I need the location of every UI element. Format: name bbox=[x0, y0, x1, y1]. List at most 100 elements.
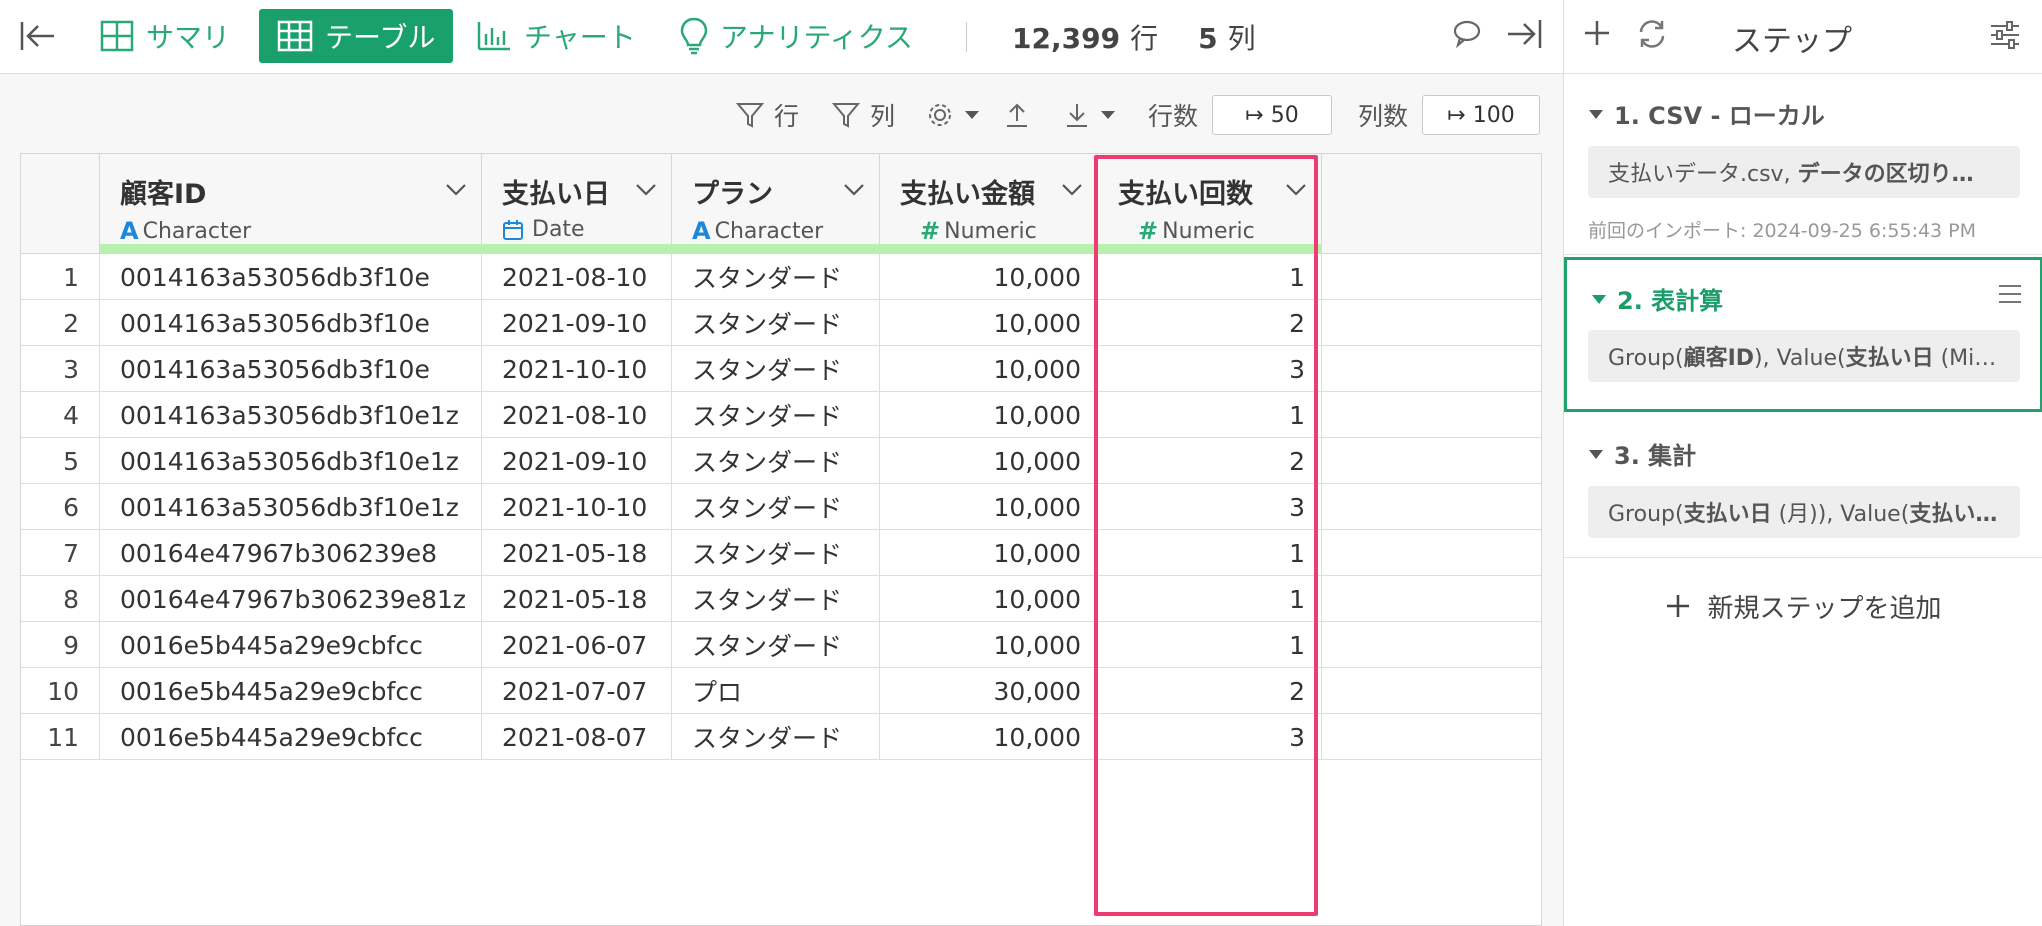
table-cell[interactable]: 1 bbox=[1098, 530, 1322, 576]
add-new-step-button[interactable]: 新規ステップを追加 bbox=[1564, 584, 2042, 628]
row-number[interactable]: 3 bbox=[21, 346, 100, 392]
table-cell[interactable]: 1 bbox=[1098, 576, 1322, 622]
row-number[interactable]: 8 bbox=[21, 576, 100, 622]
table-cell[interactable]: 10,000 bbox=[880, 254, 1098, 300]
table-cell[interactable]: 10,000 bbox=[880, 346, 1098, 392]
table-cell[interactable]: スタンダード bbox=[672, 346, 880, 392]
chevron-down-icon[interactable] bbox=[445, 182, 467, 201]
table-row: 10 0016e5b445a29e9cbfcc 2021-07-07 プロ 30,000… bbox=[21, 668, 1541, 714]
row-number[interactable]: 1 bbox=[21, 254, 100, 300]
table-cell[interactable]: 1 bbox=[1098, 254, 1322, 300]
table-cell[interactable]: 2021-10-10 bbox=[482, 484, 672, 530]
table-cell[interactable]: スタンダード bbox=[672, 392, 880, 438]
table-cell[interactable]: 2021-09-10 bbox=[482, 300, 672, 346]
collapse-panel-button[interactable] bbox=[1504, 16, 1544, 56]
table-cell[interactable]: 10,000 bbox=[880, 622, 1098, 668]
table-cell[interactable]: 30,000 bbox=[880, 668, 1098, 714]
table-cell[interactable]: 00164e47967b306239e81z bbox=[100, 576, 482, 622]
table-cell[interactable]: 3 bbox=[1098, 346, 1322, 392]
column-header[interactable]: 支払い回数 # Numeric bbox=[1098, 154, 1322, 254]
tab-summary[interactable]: サマリ bbox=[100, 9, 230, 63]
row-number[interactable]: 2 bbox=[21, 300, 100, 346]
table-cell[interactable]: スタンダード bbox=[672, 254, 880, 300]
refresh-button[interactable] bbox=[1636, 18, 1668, 54]
table-cell[interactable]: 10,000 bbox=[880, 484, 1098, 530]
row-filter-button[interactable]: 行 bbox=[736, 90, 799, 140]
chevron-down-icon[interactable] bbox=[635, 182, 657, 201]
table-cell[interactable]: 1 bbox=[1098, 392, 1322, 438]
table-cell[interactable]: スタンダード bbox=[672, 622, 880, 668]
tab-table[interactable]: テーブル bbox=[259, 9, 453, 63]
step-csv-import[interactable]: 1. CSV - ローカル 支払いデータ.csv, データの区切り… 前回のイン… bbox=[1564, 74, 2042, 254]
table-cell[interactable]: 10,000 bbox=[880, 714, 1098, 760]
table-cell[interactable]: 0014163a53056db3f10e1z bbox=[100, 438, 482, 484]
table-cell[interactable]: 0016e5b445a29e9cbfcc bbox=[100, 622, 482, 668]
column-header[interactable]: 支払い金額 # Numeric bbox=[880, 154, 1098, 254]
table-cell[interactable]: 0016e5b445a29e9cbfcc bbox=[100, 714, 482, 760]
step-table-calc[interactable]: 2. 表計算 Group(顧客ID), Value(支払い日 (Min… bbox=[1564, 257, 2042, 412]
row-number[interactable]: 10 bbox=[21, 668, 100, 714]
table-cell[interactable]: 2021-05-18 bbox=[482, 576, 672, 622]
table-cell[interactable]: スタンダード bbox=[672, 438, 880, 484]
row-number[interactable]: 7 bbox=[21, 530, 100, 576]
table-cell[interactable]: 1 bbox=[1098, 622, 1322, 668]
table-cell[interactable]: 10,000 bbox=[880, 392, 1098, 438]
table-cell[interactable]: 2021-08-10 bbox=[482, 392, 672, 438]
table-cell[interactable]: 2021-08-10 bbox=[482, 254, 672, 300]
table-cell[interactable]: 10,000 bbox=[880, 300, 1098, 346]
rows-limit-input[interactable]: ↦ 50 bbox=[1212, 95, 1333, 135]
table-cell[interactable]: 2021-05-18 bbox=[482, 530, 672, 576]
table-cell[interactable]: 10,000 bbox=[880, 530, 1098, 576]
download-button[interactable] bbox=[1064, 90, 1126, 140]
table-cell[interactable]: 2021-08-07 bbox=[482, 714, 672, 760]
table-cell[interactable]: 2 bbox=[1098, 300, 1322, 346]
row-number[interactable]: 11 bbox=[21, 714, 100, 760]
row-number[interactable]: 4 bbox=[21, 392, 100, 438]
table-cell[interactable]: スタンダード bbox=[672, 530, 880, 576]
table-cell[interactable]: 10,000 bbox=[880, 576, 1098, 622]
table-cell[interactable]: 2021-09-10 bbox=[482, 438, 672, 484]
table-cell[interactable]: 2021-10-10 bbox=[482, 346, 672, 392]
table-cell[interactable]: 0014163a53056db3f10e1z bbox=[100, 484, 482, 530]
table-cell[interactable]: スタンダード bbox=[672, 300, 880, 346]
column-filter-button[interactable]: 列 bbox=[832, 90, 895, 140]
table-cell[interactable]: 2 bbox=[1098, 668, 1322, 714]
table-cell[interactable]: 2021-07-07 bbox=[482, 668, 672, 714]
add-step-button[interactable] bbox=[1582, 18, 1612, 52]
back-button[interactable] bbox=[18, 9, 70, 63]
row-number[interactable]: 6 bbox=[21, 484, 100, 530]
table-cell[interactable]: スタンダード bbox=[672, 576, 880, 622]
table-settings-button[interactable] bbox=[926, 90, 990, 140]
dataset-size: 12,399 行 5列 bbox=[1012, 18, 1256, 56]
panel-settings-button[interactable] bbox=[1989, 20, 2021, 54]
upload-button[interactable] bbox=[1004, 90, 1040, 140]
column-header[interactable]: プラン A Character bbox=[672, 154, 880, 254]
table-cell[interactable]: 0014163a53056db3f10e bbox=[100, 254, 482, 300]
table-cell[interactable]: プロ bbox=[672, 668, 880, 714]
chevron-down-icon[interactable] bbox=[843, 182, 865, 201]
table-cell[interactable]: スタンダード bbox=[672, 714, 880, 760]
columns-limit-input[interactable]: ↦ 100 bbox=[1422, 95, 1541, 135]
step-aggregate[interactable]: 3. 集計 Group(支払い日 (月)), Value(支払い… bbox=[1564, 412, 2042, 557]
table-cell[interactable]: 0014163a53056db3f10e bbox=[100, 346, 482, 392]
table-cell[interactable]: 2021-06-07 bbox=[482, 622, 672, 668]
row-number[interactable]: 9 bbox=[21, 622, 100, 668]
table-cell[interactable]: 0014163a53056db3f10e1z bbox=[100, 392, 482, 438]
table-cell[interactable]: 0016e5b445a29e9cbfcc bbox=[100, 668, 482, 714]
step-menu-button[interactable] bbox=[1998, 284, 2022, 308]
column-header[interactable]: 顧客ID A Character bbox=[100, 154, 482, 254]
table-cell[interactable]: 00164e47967b306239e8 bbox=[100, 530, 482, 576]
tab-chart[interactable]: チャート bbox=[476, 9, 636, 63]
table-cell[interactable]: スタンダード bbox=[672, 484, 880, 530]
comment-button[interactable] bbox=[1452, 18, 1482, 52]
table-cell[interactable]: 3 bbox=[1098, 484, 1322, 530]
tab-analytics[interactable]: アナリティクス bbox=[680, 9, 913, 63]
table-cell[interactable]: 2 bbox=[1098, 438, 1322, 484]
table-cell[interactable]: 10,000 bbox=[880, 438, 1098, 484]
chevron-down-icon[interactable] bbox=[1061, 182, 1083, 201]
column-header[interactable]: 支払い日 Date bbox=[482, 154, 672, 254]
chevron-down-icon[interactable] bbox=[1285, 182, 1307, 201]
table-cell[interactable]: 0014163a53056db3f10e bbox=[100, 300, 482, 346]
table-cell[interactable]: 3 bbox=[1098, 714, 1322, 760]
row-number[interactable]: 5 bbox=[21, 438, 100, 484]
